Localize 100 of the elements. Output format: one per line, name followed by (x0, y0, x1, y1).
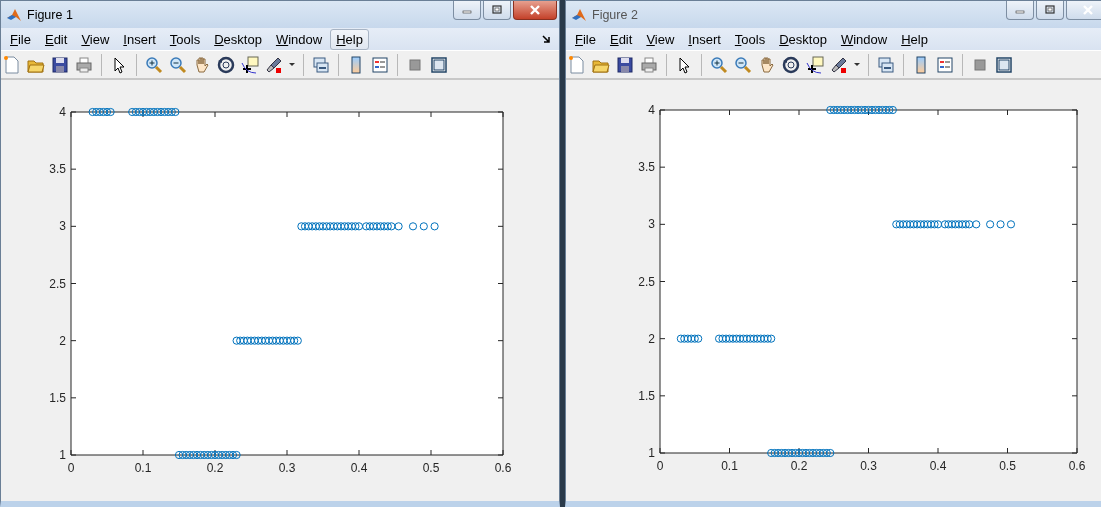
scatter-marker (1006, 220, 1016, 229)
scatter-marker (254, 336, 263, 345)
scatter-marker (394, 222, 403, 231)
scatter-marker (365, 222, 374, 231)
window-title: Figure 2 (592, 7, 638, 22)
scatter-marker (909, 220, 918, 229)
scatter-marker (135, 107, 144, 117)
scatter-marker (243, 336, 252, 345)
save-icon[interactable] (615, 54, 635, 75)
zoom-out-icon[interactable] (733, 54, 753, 75)
scatter-marker (944, 220, 953, 229)
restore-icon (491, 5, 503, 15)
maximize-button[interactable] (1036, 1, 1064, 20)
new-file-icon[interactable] (567, 54, 587, 75)
scatter-marker (885, 105, 894, 115)
y-tick-label: 3.5 (638, 160, 655, 175)
minimize-button[interactable] (453, 1, 481, 20)
x-tick-label: 0 (656, 459, 664, 473)
scatter-marker (735, 334, 745, 343)
scatter-marker (853, 105, 863, 115)
zoom-in-icon[interactable] (709, 54, 729, 75)
data-cursor-icon[interactable] (240, 54, 260, 75)
y-tick-label: 1 (59, 448, 66, 462)
menu-item[interactable]: View (640, 28, 681, 50)
link-icon[interactable] (876, 54, 896, 75)
y-tick-label: 1.5 (638, 388, 655, 403)
scatter-marker (874, 105, 884, 115)
scatter-marker (694, 334, 703, 343)
x-tick-label: 0.5 (422, 461, 440, 475)
new-file-icon[interactable] (2, 54, 22, 75)
window-icon[interactable] (994, 54, 1014, 75)
scatter-marker (902, 220, 911, 229)
scatter-marker (174, 450, 184, 460)
scatter-marker (933, 220, 943, 229)
minimize-button[interactable] (1006, 1, 1034, 20)
maximize-button[interactable] (483, 1, 511, 20)
close-button[interactable] (1066, 1, 1101, 20)
scatter-marker (965, 220, 974, 229)
y-tick-label: 2 (648, 331, 655, 346)
menu-item[interactable]: Insert (117, 28, 162, 50)
legend-icon[interactable] (370, 54, 390, 75)
scatter-marker (138, 107, 148, 117)
menu-item[interactable]: Window (269, 28, 329, 50)
legend-icon[interactable] (935, 54, 955, 75)
y-tick-label: 1 (648, 446, 655, 460)
menu-item[interactable]: Edit (38, 28, 74, 50)
data-cursor-icon[interactable] (805, 54, 825, 75)
scatter-marker (767, 448, 776, 458)
menu-item[interactable]: Edit (603, 28, 639, 50)
scatter-marker (326, 222, 335, 231)
scatter-marker (99, 107, 108, 117)
scatter-marker (940, 220, 950, 229)
scatter-marker (192, 450, 202, 460)
menu-item[interactable]: File (4, 28, 37, 50)
scatter-marker (954, 220, 963, 229)
scatter-marker (676, 334, 685, 343)
menu-item[interactable]: File (569, 28, 602, 50)
menu-item[interactable]: Desktop (773, 28, 833, 50)
scatter-marker (160, 107, 169, 117)
scatter-marker (232, 450, 241, 460)
menu-item[interactable]: Help (895, 28, 934, 50)
scatter-marker (794, 448, 804, 458)
save-icon[interactable] (50, 54, 70, 75)
scatter-marker (836, 105, 845, 115)
menu-item[interactable]: Tools (163, 28, 207, 50)
scatter-marker (128, 107, 137, 117)
scatter-marker (311, 222, 320, 231)
scatter-marker (178, 450, 187, 460)
menu-item[interactable]: Tools (728, 28, 772, 50)
scatter-marker (153, 107, 162, 117)
scatter-marker (318, 222, 328, 231)
scatter-marker (899, 220, 908, 229)
link-icon[interactable] (311, 54, 331, 75)
close-button[interactable] (513, 1, 557, 20)
scatter-marker (920, 220, 929, 229)
window-icon[interactable] (429, 54, 449, 75)
scatter-marker (867, 105, 877, 115)
scatter-marker (308, 222, 317, 231)
scatter-marker (781, 448, 790, 458)
scatter-marker (687, 334, 696, 343)
menu-item[interactable]: Desktop (208, 28, 268, 50)
y-tick-label: 4 (59, 105, 66, 119)
rotate-icon[interactable] (781, 54, 801, 75)
y-tick-label: 3.5 (49, 162, 66, 177)
rotate-icon[interactable] (216, 54, 236, 75)
scatter-marker (947, 220, 956, 229)
menu-item[interactable]: View (75, 28, 116, 50)
menu-item[interactable]: Window (834, 28, 894, 50)
window-title: Figure 1 (27, 7, 73, 22)
scatter-marker (913, 220, 922, 229)
zoom-out-icon[interactable] (168, 54, 188, 75)
scatter-marker (739, 334, 748, 343)
menu-item[interactable]: Help (330, 28, 369, 50)
zoom-in-icon[interactable] (144, 54, 164, 75)
y-tick-label: 3 (648, 217, 655, 232)
dock-arrow-icon[interactable] (542, 34, 551, 44)
scatter-marker (203, 450, 212, 460)
scatter-marker (770, 448, 779, 458)
scatter-marker (864, 105, 873, 115)
menu-item[interactable]: Insert (682, 28, 727, 50)
